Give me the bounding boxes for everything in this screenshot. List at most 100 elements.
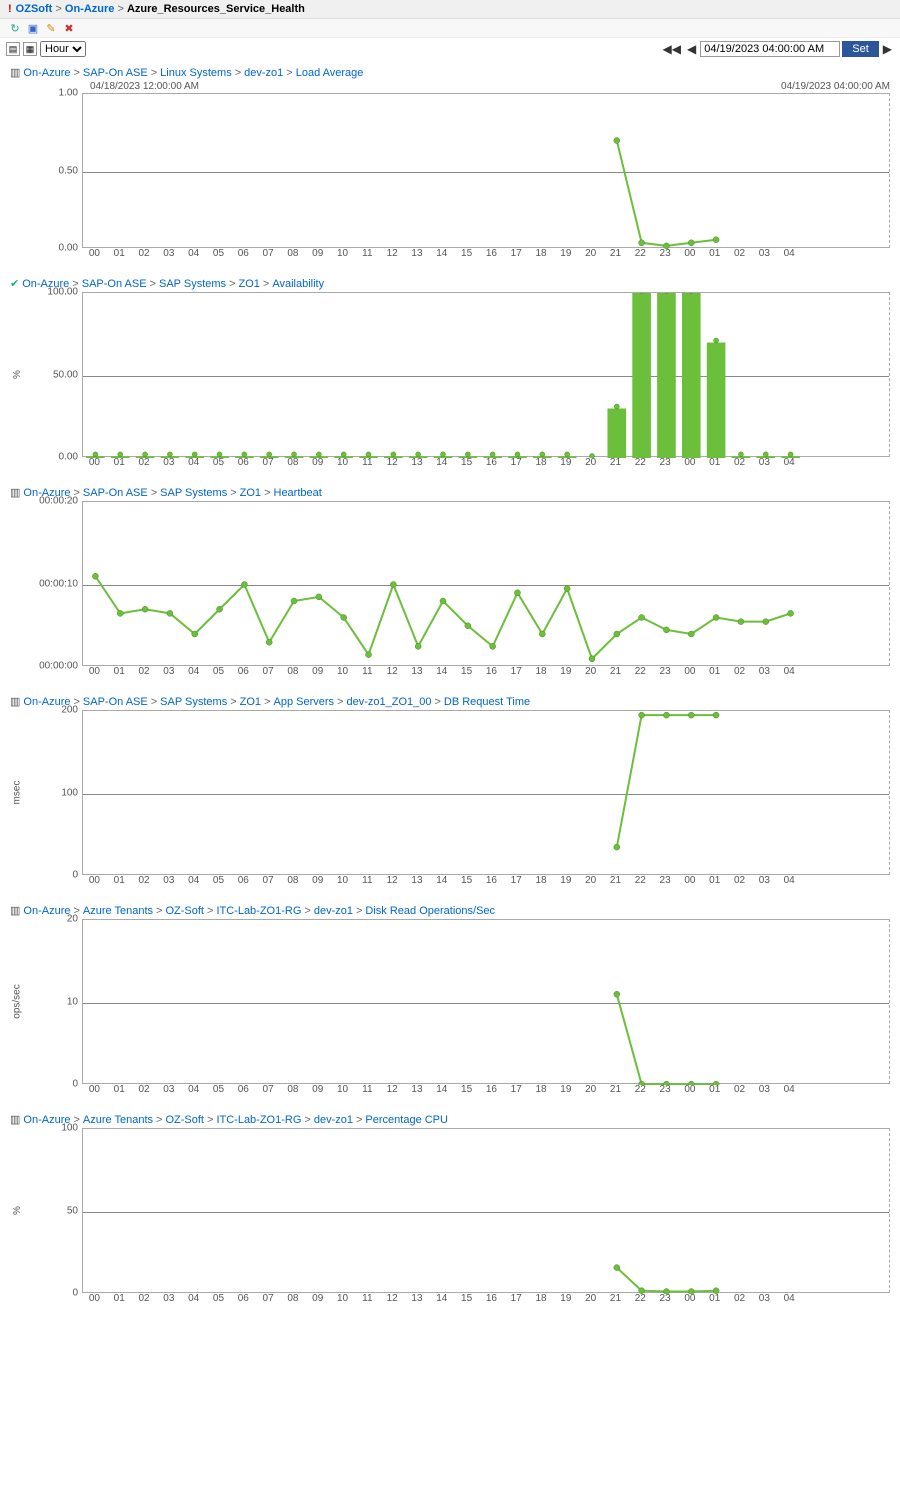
- chart-metric-link[interactable]: Percentage CPU: [365, 1114, 448, 1126]
- chart-metric-link[interactable]: Heartbeat: [274, 487, 322, 499]
- x-tick: 19: [553, 666, 578, 677]
- x-tick: 08: [281, 1293, 306, 1304]
- chart-bc-link[interactable]: ZO1: [240, 487, 261, 499]
- nav-first-icon[interactable]: ◀◀: [661, 42, 683, 56]
- breadcrumb-node[interactable]: On-Azure: [65, 3, 115, 15]
- x-tick: 12: [380, 248, 405, 259]
- timestamp-row: 04/18/2023 12:00:00 AM04/19/2023 04:00:0…: [90, 81, 890, 92]
- chart-metric-link[interactable]: DB Request Time: [444, 696, 530, 708]
- chart-bc-link[interactable]: SAP-On ASE: [83, 487, 148, 499]
- chart-bc-link[interactable]: ZO1: [240, 696, 261, 708]
- toggle-right-icon[interactable]: ▦: [23, 42, 37, 56]
- x-tick: 16: [479, 1293, 504, 1304]
- chart-bc-link[interactable]: dev-zo1: [244, 67, 283, 79]
- x-tick: 10: [330, 875, 355, 886]
- chart-bc-link[interactable]: SAP Systems: [160, 487, 227, 499]
- datetime-input[interactable]: [700, 41, 840, 57]
- x-tick: 16: [479, 1084, 504, 1095]
- x-tick: 03: [752, 457, 777, 468]
- set-button[interactable]: Set: [842, 41, 879, 57]
- chart-bc-link[interactable]: ITC-Lab-ZO1-RG: [216, 905, 301, 917]
- refresh-icon[interactable]: ↻: [8, 21, 22, 35]
- chart-metric-link[interactable]: Disk Read Operations/Sec: [365, 905, 495, 917]
- y-axis: 00:00:0000:00:1000:00:20: [24, 501, 82, 666]
- chart-bc-link[interactable]: App Servers: [274, 696, 335, 708]
- x-tick: 08: [281, 248, 306, 259]
- x-axis: 0001020304050607080910111213141516171819…: [82, 875, 890, 886]
- x-tick: 21: [603, 666, 628, 677]
- chart-bc-link[interactable]: ZO1: [238, 278, 259, 290]
- x-tick: 12: [380, 1293, 405, 1304]
- chart-bc-link[interactable]: dev-zo1: [314, 1114, 353, 1126]
- x-tick: 09: [305, 666, 330, 677]
- x-tick: 00: [678, 457, 703, 468]
- chart-bc-link[interactable]: SAP Systems: [159, 278, 226, 290]
- chart-bc-link[interactable]: dev-zo1: [314, 905, 353, 917]
- y-tick: 0: [72, 1079, 78, 1090]
- x-tick: 15: [454, 1293, 479, 1304]
- x-tick: 04: [181, 248, 206, 259]
- x-tick: 12: [380, 875, 405, 886]
- x-tick: 02: [132, 248, 157, 259]
- x-tick: 09: [305, 248, 330, 259]
- x-tick: 08: [281, 666, 306, 677]
- x-tick: 06: [231, 1084, 256, 1095]
- chart-bc-link[interactable]: Linux Systems: [160, 67, 232, 79]
- y-axis-label: [10, 501, 24, 666]
- x-axis: 0001020304050607080910111213141516171819…: [82, 1084, 890, 1095]
- x-tick: 18: [529, 666, 554, 677]
- x-tick: 10: [330, 1293, 355, 1304]
- chart-bc-link[interactable]: SAP Systems: [160, 696, 227, 708]
- x-tick: 04: [181, 666, 206, 677]
- toggle-left-icon[interactable]: ▤: [6, 42, 20, 56]
- edit-icon[interactable]: ✎: [44, 21, 58, 35]
- x-tick: 11: [355, 248, 380, 259]
- save-icon[interactable]: ▣: [26, 21, 40, 35]
- x-tick: 18: [529, 875, 554, 886]
- chart-bc-link[interactable]: dev-zo1_ZO1_00: [346, 696, 431, 708]
- chart-metric-link[interactable]: Load Average: [296, 67, 364, 79]
- chart-bc-link[interactable]: OZ-Soft: [165, 1114, 204, 1126]
- x-axis: 0001020304050607080910111213141516171819…: [82, 666, 890, 677]
- x-tick: 22: [628, 875, 653, 886]
- nav-prev-icon[interactable]: ◀: [685, 42, 698, 56]
- chart-metric-link[interactable]: Availability: [272, 278, 324, 290]
- chart-bc-link[interactable]: SAP-On ASE: [83, 696, 148, 708]
- chart-bc-link[interactable]: On-Azure: [23, 905, 70, 917]
- chart-bc-link[interactable]: Azure Tenants: [83, 1114, 153, 1126]
- x-tick: 20: [578, 248, 603, 259]
- x-tick: 10: [330, 248, 355, 259]
- x-tick: 11: [355, 875, 380, 886]
- x-tick: 16: [479, 666, 504, 677]
- chart-bc-link[interactable]: Azure Tenants: [83, 905, 153, 917]
- x-tick: 07: [256, 1084, 281, 1095]
- x-tick: 03: [752, 1293, 777, 1304]
- nav-next-icon[interactable]: ▶: [881, 42, 894, 56]
- x-tick: 02: [727, 457, 752, 468]
- chart-bc-link[interactable]: SAP-On ASE: [82, 278, 147, 290]
- x-tick: 20: [578, 1293, 603, 1304]
- chart-bc-link[interactable]: ITC-Lab-ZO1-RG: [216, 1114, 301, 1126]
- y-tick: 100.00: [47, 287, 78, 298]
- x-tick: 05: [206, 666, 231, 677]
- x-tick: 17: [504, 248, 529, 259]
- chart-bc-link[interactable]: SAP-On ASE: [83, 67, 148, 79]
- x-tick: 05: [206, 1293, 231, 1304]
- granularity-select[interactable]: Hour: [40, 41, 86, 57]
- y-tick: 10: [67, 996, 78, 1007]
- y-axis-label: %: [10, 1128, 24, 1293]
- delete-icon[interactable]: ✖: [62, 21, 76, 35]
- x-tick: 02: [727, 1084, 752, 1095]
- x-tick: 01: [702, 1084, 727, 1095]
- x-tick: 02: [132, 1084, 157, 1095]
- x-tick: 01: [702, 875, 727, 886]
- x-tick: 17: [504, 666, 529, 677]
- chart-icon: ▥: [10, 486, 20, 499]
- breadcrumb-root[interactable]: OZSoft: [16, 3, 53, 15]
- x-tick: 14: [429, 666, 454, 677]
- chart-bc-link[interactable]: On-Azure: [23, 67, 70, 79]
- chart-icon: ▥: [10, 904, 20, 917]
- chart-bc-link[interactable]: OZ-Soft: [165, 905, 204, 917]
- x-tick: 16: [479, 875, 504, 886]
- x-tick: 13: [405, 875, 430, 886]
